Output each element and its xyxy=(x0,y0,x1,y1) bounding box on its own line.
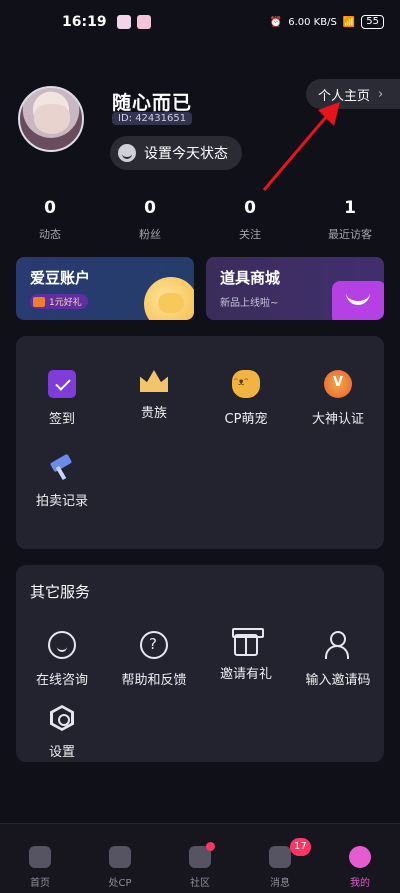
service-invite-rewards[interactable]: 邀请有礼 xyxy=(200,628,292,682)
username: 随心而已 xyxy=(112,92,193,114)
settings-icon xyxy=(50,705,74,731)
gift-icon xyxy=(232,628,264,656)
set-status-label: 设置今天状态 xyxy=(144,146,228,162)
cat-icon xyxy=(232,370,260,398)
chevron-right-icon: › xyxy=(378,86,384,102)
coin-icon xyxy=(144,277,194,320)
set-status-button[interactable]: 设置今天状态 xyxy=(110,136,242,170)
notification-app-icon xyxy=(136,15,151,29)
service-settings[interactable]: 设置 xyxy=(16,705,108,760)
service-help-feedback[interactable]: 帮助和反馈 xyxy=(108,631,200,688)
notification-app-icon xyxy=(116,15,131,29)
notification-dot xyxy=(206,842,215,851)
personal-homepage-button[interactable]: 个人主页 › xyxy=(306,79,400,109)
gift-box-icon xyxy=(33,296,45,307)
status-bar: 16:19 ⏰ 6.00 KB/S 📶 55 xyxy=(0,0,400,44)
home-icon xyxy=(29,846,51,868)
stat-recent-visitors[interactable]: 1 最近访客 xyxy=(300,198,400,242)
medal-icon xyxy=(324,370,352,398)
calendar-check-icon xyxy=(48,370,76,398)
service-enter-invite-code[interactable]: 输入邀请码 xyxy=(292,631,384,688)
account-card[interactable]: 爱豆账户 1元好礼 xyxy=(16,257,194,320)
personal-homepage-label: 个人主页 xyxy=(318,88,371,104)
features-panel: 签到 贵族 CP萌宠 大神认证 拍卖记录 xyxy=(16,336,384,549)
heart-icon xyxy=(109,846,131,868)
me-icon xyxy=(349,846,371,868)
wifi-icon: 📶 xyxy=(342,16,356,28)
avatar[interactable] xyxy=(18,86,84,152)
user-id: ID: 42431651 xyxy=(112,112,193,125)
feature-auction-records[interactable]: 拍卖记录 xyxy=(16,454,108,509)
tab-cp[interactable]: 处CP xyxy=(80,824,160,893)
feature-checkin[interactable]: 签到 xyxy=(16,370,108,427)
tab-messages[interactable]: 17 消息 xyxy=(240,824,320,893)
chat-smile-icon xyxy=(48,631,76,659)
tab-community[interactable]: 社区 xyxy=(160,824,240,893)
message-icon xyxy=(269,846,291,868)
crown-icon xyxy=(140,370,168,392)
alarm-icon: ⏰ xyxy=(269,16,283,28)
message-count-badge: 17 xyxy=(290,838,311,856)
shopping-bag-icon xyxy=(332,281,384,320)
stat-following[interactable]: 0 关注 xyxy=(200,198,300,242)
tab-home[interactable]: 首页 xyxy=(0,824,80,893)
network-speed: 6.00 KB/S xyxy=(288,16,337,28)
service-online-consult[interactable]: 在线咨询 xyxy=(16,631,108,688)
stat-fans[interactable]: 0 粉丝 xyxy=(100,198,200,242)
tab-me[interactable]: 我的 xyxy=(320,824,400,893)
gift-tag: 1元好礼 xyxy=(30,294,88,309)
services-title: 其它服务 xyxy=(30,583,91,601)
feature-cp-pet[interactable]: CP萌宠 xyxy=(200,370,292,427)
battery-icon: 55 xyxy=(361,15,384,29)
help-icon xyxy=(140,631,168,659)
feature-nobility[interactable]: 贵族 xyxy=(108,370,200,421)
other-services-panel: 其它服务 在线咨询 帮助和反馈 邀请有礼 输入邀请码 设置 xyxy=(16,565,384,762)
item-mall-card[interactable]: 道具商城 新品上线啦~ xyxy=(206,257,384,320)
person-check-icon xyxy=(324,631,352,659)
feature-verification[interactable]: 大神认证 xyxy=(292,370,384,427)
status-time: 16:19 xyxy=(62,14,107,30)
gavel-icon xyxy=(49,454,75,480)
smile-icon xyxy=(118,144,136,162)
profile-stats: 0 动态 0 粉丝 0 关注 1 最近访客 xyxy=(0,198,400,242)
bottom-tab-bar: 首页 处CP 社区 17 消息 我的 xyxy=(0,823,400,893)
stat-posts[interactable]: 0 动态 xyxy=(0,198,100,242)
